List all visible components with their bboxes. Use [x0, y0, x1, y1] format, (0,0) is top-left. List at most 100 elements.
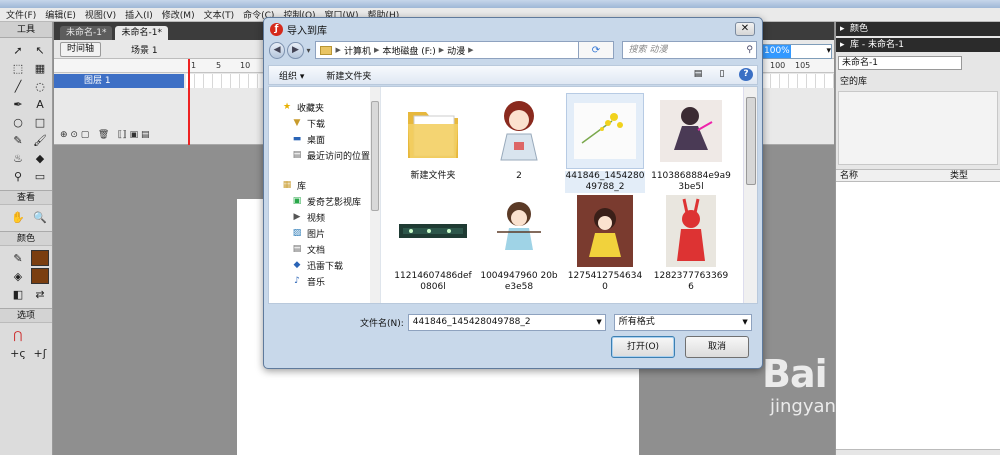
lasso-tool-icon[interactable]: ◌ [31, 78, 49, 94]
forward-arrow-icon[interactable]: ▶ [287, 41, 304, 59]
file-item-image[interactable]: 12823777633696 [651, 193, 731, 293]
swap-colors-icon[interactable]: ⇄ [31, 286, 49, 302]
image-thumbnail [652, 193, 730, 269]
nav-favorites[interactable]: ★ 收藏夹 [269, 99, 380, 115]
close-icon[interactable]: ✕ [735, 22, 755, 36]
nav-pictures[interactable]: ▨ 图片 [269, 225, 380, 241]
snap-magnet-icon[interactable]: ⋂ [9, 327, 27, 343]
oval-tool-icon[interactable]: ○ [9, 114, 27, 130]
menu-insert[interactable]: 插入(I) [125, 8, 153, 21]
library-col-name[interactable]: 名称 [836, 170, 946, 181]
nav-music[interactable]: ♪ 音乐 [269, 273, 380, 289]
nav-scrollbar-thumb[interactable] [371, 101, 379, 211]
playhead[interactable] [188, 59, 190, 145]
nav-library[interactable]: ▦ 库 [269, 177, 380, 193]
eraser-tool-icon[interactable]: ▭ [31, 168, 49, 184]
rectangle-tool-icon[interactable]: □ [31, 114, 49, 130]
organize-button[interactable]: 组织 ▾ [279, 69, 304, 82]
blank-option [31, 327, 49, 343]
line-tool-icon[interactable]: ╱ [9, 78, 27, 94]
document-tab-2[interactable]: 未命名-1* [115, 26, 168, 40]
library-panel-header[interactable]: 库 - 未命名-1 [836, 38, 1000, 52]
timeline-toggle-button[interactable]: 时间轴 [60, 41, 102, 57]
open-button[interactable]: 打开(O) [611, 336, 675, 358]
history-dropdown-icon[interactable]: ▾ [307, 46, 311, 55]
stroke-swatch[interactable] [31, 250, 49, 266]
file-item-image[interactable]: 2 [479, 93, 559, 182]
cancel-button[interactable]: 取消 [685, 336, 749, 358]
color-panel-header[interactable]: 颜色 [836, 22, 1000, 36]
library-col-type[interactable]: 类型 [946, 170, 968, 181]
menu-file[interactable]: 文件(F) [6, 8, 36, 21]
subselection-tool-icon[interactable]: ↖ [31, 42, 49, 58]
gradient-transform-tool-icon[interactable]: ▦ [31, 60, 49, 76]
address-bar[interactable]: ▶ 计算机 ▶ 本地磁盘 (F:) ▶ 动漫 ▶ [314, 41, 580, 59]
search-icon[interactable]: ⚲ [746, 42, 753, 58]
image-thumbnail [566, 193, 644, 269]
menu-text[interactable]: 文本(T) [204, 8, 235, 21]
refresh-icon[interactable]: ⟳ [579, 41, 614, 59]
file-item-image[interactable] [565, 291, 645, 303]
file-item-image[interactable]: 12754127546340 [565, 193, 645, 293]
preview-pane-icon[interactable]: ▯ [715, 68, 729, 81]
ink-bottle-tool-icon[interactable]: ♨ [9, 150, 27, 166]
search-input[interactable]: 搜索 动漫 ⚲ [621, 41, 757, 59]
nav-downloads[interactable]: ▼ 下载 [269, 115, 380, 131]
file-item-image[interactable] [393, 291, 473, 303]
help-icon[interactable]: ? [739, 68, 753, 81]
file-item-folder[interactable]: 新建文件夹 [393, 93, 473, 182]
eyedropper-tool-icon[interactable]: ⚲ [9, 168, 27, 184]
selection-tool-icon[interactable]: ➚ [9, 42, 27, 58]
pencil-tool-icon[interactable]: ✎ [9, 132, 27, 148]
default-colors-icon[interactable]: ◧ [9, 286, 27, 302]
filename-input[interactable]: 441846_145428049788_2 ▼ [407, 313, 606, 331]
iqiyi-icon: ▣ [292, 195, 302, 206]
paint-bucket-tool-icon[interactable]: ◆ [31, 150, 49, 166]
file-item-image[interactable]: 1004947960 20be3e58 [479, 193, 559, 293]
fill-swatch[interactable] [31, 268, 49, 284]
chevron-down-icon: ▾ [826, 46, 831, 56]
file-item-image[interactable]: 1103868884e9a93be5l [651, 93, 731, 193]
library-document-select[interactable]: 未命名-1 [838, 56, 962, 70]
nav-thunder[interactable]: ◆ 迅雷下载 [269, 257, 380, 273]
nav-scrollbar[interactable] [370, 87, 380, 303]
document-tab-1[interactable]: 未命名-1* [60, 26, 113, 40]
fill-color-icon[interactable]: ◈ [9, 268, 27, 284]
chevron-down-icon[interactable]: ▼ [596, 315, 601, 330]
breadcrumb-drive[interactable]: 本地磁盘 (F:) [382, 44, 435, 57]
change-view-icon[interactable]: ▤ [691, 68, 705, 81]
zoom-tool-icon[interactable]: 🔍 [31, 209, 49, 225]
smooth-icon[interactable]: +ς [9, 345, 27, 361]
scene-label[interactable]: 场景 1 [131, 43, 158, 56]
nav-recent[interactable]: ▤ 最近访问的位置 [269, 147, 380, 163]
straighten-icon[interactable]: +ʃ [31, 345, 49, 361]
file-item-image[interactable] [479, 291, 559, 303]
layer-row[interactable]: 图层 1 [54, 74, 184, 88]
filetype-select[interactable]: 所有格式 ▼ [613, 313, 752, 331]
file-grid-scrollbar[interactable] [743, 87, 757, 303]
brush-tool-icon[interactable]: 🖌 [31, 132, 49, 148]
timeline-controls[interactable]: ⊕ ⊙ ▢ 🗑 ⟦⟧ ▣ ▤ [60, 130, 150, 140]
file-item-image-selected[interactable]: 441846_145428049788_2 [565, 93, 645, 193]
breadcrumb-computer[interactable]: 计算机 [344, 44, 371, 57]
nav-iqiyi[interactable]: ▣ 爱奇艺影视库 [269, 193, 380, 209]
stroke-color-icon[interactable]: ✎ [9, 250, 27, 266]
menu-view[interactable]: 视图(V) [85, 8, 116, 21]
file-item-image[interactable] [651, 291, 731, 303]
menu-edit[interactable]: 编辑(E) [45, 8, 76, 21]
free-transform-tool-icon[interactable]: ⬚ [9, 60, 27, 76]
nav-videos[interactable]: ▶ 视频 [269, 209, 380, 225]
hand-tool-icon[interactable]: ✋ [9, 209, 27, 225]
back-arrow-icon[interactable]: ◀ [269, 41, 286, 59]
file-item-image[interactable]: 11214607486def0806l [393, 193, 473, 293]
breadcrumb-folder[interactable]: 动漫 [447, 44, 465, 57]
file-grid-scrollbar-thumb[interactable] [746, 97, 756, 185]
nav-desktop[interactable]: ▬ 桌面 [269, 131, 380, 147]
text-tool-icon[interactable]: A [31, 96, 49, 112]
file-name: 2 [516, 171, 522, 181]
nav-documents[interactable]: ▤ 文档 [269, 241, 380, 257]
new-folder-button[interactable]: 新建文件夹 [326, 69, 371, 82]
menu-modify[interactable]: 修改(M) [162, 8, 195, 21]
pen-tool-icon[interactable]: ✒ [9, 96, 27, 112]
zoom-select[interactable]: 100% ▾ [760, 44, 832, 59]
